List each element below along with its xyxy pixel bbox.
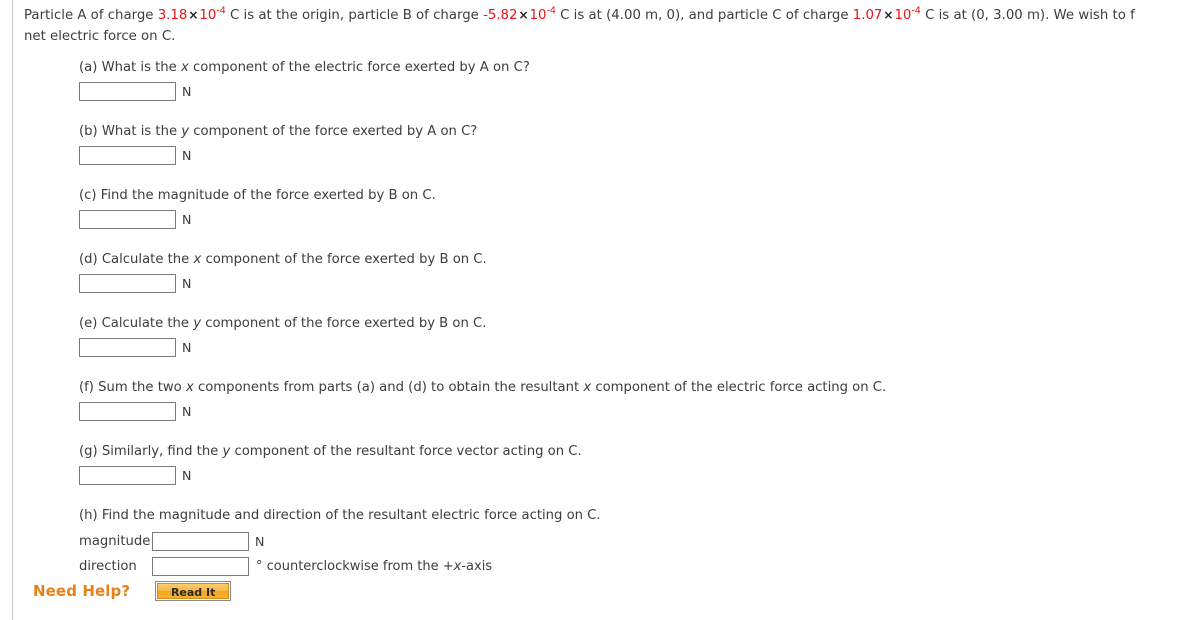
part-f-text-post: component of the electric force acting o… <box>591 380 887 395</box>
part-b-unit: N <box>182 148 192 163</box>
part-a-answer-row: N <box>79 81 1169 102</box>
direction-input[interactable] <box>152 557 249 576</box>
part-f-text-mid: components from parts (a) and (d) to obt… <box>193 380 584 395</box>
charge-b-power: 10-4 <box>529 5 556 23</box>
part-e-text-post: component of the force exerted by B on C… <box>201 316 487 331</box>
stem-text-2: C is at the origin, particle B of charge <box>225 8 484 23</box>
part-a-unit: N <box>182 84 192 99</box>
charge-c-power-base: 10 <box>894 8 912 23</box>
part-g-unit: N <box>182 468 192 483</box>
part-g: (g) Similarly, find the y component of t… <box>79 443 1169 486</box>
part-b-variable: y <box>181 124 190 139</box>
part-e-text-pre: (e) Calculate the <box>79 316 194 331</box>
part-b: (b) What is the y component of the force… <box>79 123 1169 166</box>
charge-a-value: 3.18 <box>157 8 188 23</box>
part-h-direction-row: direction ° counterclockwise from the +x… <box>79 554 1169 579</box>
stem-text-4: C is at (0, 3.00 m). We wish to f <box>920 8 1135 23</box>
part-a-input[interactable] <box>79 82 176 101</box>
part-g-answer-row: N <box>79 465 1169 486</box>
part-f-text-pre: (f) Sum the two <box>79 380 186 395</box>
parts-list: (a) What is the x component of the elect… <box>79 59 1169 600</box>
part-b-question: (b) What is the y component of the force… <box>79 123 1169 141</box>
part-f: (f) Sum the two x components from parts … <box>79 379 1169 422</box>
part-a-text-post: component of the electric force exerted … <box>188 60 530 75</box>
charge-b-value: -5.82 <box>483 8 518 23</box>
part-b-text-pre: (b) What is the <box>79 124 182 139</box>
part-c-answer-row: N <box>79 209 1169 230</box>
stem-text-3: C is at (4.00 m, 0), and particle C of c… <box>555 8 853 23</box>
part-c: (c) Find the magnitude of the force exer… <box>79 187 1169 230</box>
charge-c-value: 1.07 <box>852 8 883 23</box>
part-h: (h) Find the magnitude and direction of … <box>79 507 1169 579</box>
part-f-question: (f) Sum the two x components from parts … <box>79 379 1169 397</box>
left-panel-rule <box>12 0 13 620</box>
part-e-question: (e) Calculate the y component of the for… <box>79 315 1169 333</box>
part-a-variable: x <box>180 60 189 75</box>
part-g-text-pre: (g) Similarly, find the <box>79 444 223 459</box>
multiply-icon: × <box>883 8 894 22</box>
magnitude-unit: N <box>255 534 265 549</box>
question-page: Particle A of charge 3.18×10-4 C is at t… <box>0 0 1178 620</box>
multiply-icon: × <box>188 8 199 22</box>
part-d: (d) Calculate the x component of the for… <box>79 251 1169 294</box>
direction-unit-pre: ° counterclockwise from the + <box>256 559 454 574</box>
part-e: (e) Calculate the y component of the for… <box>79 315 1169 358</box>
part-d-question: (d) Calculate the x component of the for… <box>79 251 1169 269</box>
part-g-text-post: component of the resultant force vector … <box>230 444 582 459</box>
part-a-text-pre: (a) What is the <box>79 60 181 75</box>
part-e-answer-row: N <box>79 337 1169 358</box>
magnitude-label: magnitude <box>79 534 151 549</box>
part-d-text-post: component of the force exerted by B on C… <box>201 252 487 267</box>
part-f-answer-row: N <box>79 401 1169 422</box>
multiply-icon: × <box>518 8 529 22</box>
charge-a-power-base: 10 <box>199 8 217 23</box>
part-b-input[interactable] <box>79 146 176 165</box>
part-c-input[interactable] <box>79 210 176 229</box>
need-help-section: Need Help? Read It <box>33 581 232 601</box>
part-a-question: (a) What is the x component of the elect… <box>79 59 1169 77</box>
part-d-input[interactable] <box>79 274 176 293</box>
part-f-input[interactable] <box>79 402 176 421</box>
charge-a-power: 10-4 <box>199 5 226 23</box>
part-d-answer-row: N <box>79 273 1169 294</box>
charge-a-exponent: -4 <box>216 5 226 17</box>
part-h-question: (h) Find the magnitude and direction of … <box>79 508 601 523</box>
part-e-variable: y <box>193 316 202 331</box>
direction-unit: ° counterclockwise from the +x-axis <box>256 559 492 574</box>
read-it-button[interactable]: Read It <box>157 583 230 599</box>
part-e-unit: N <box>182 340 192 355</box>
charge-b-power-base: 10 <box>529 8 547 23</box>
part-g-input[interactable] <box>79 466 176 485</box>
part-g-question: (g) Similarly, find the y component of t… <box>79 443 1169 461</box>
part-e-input[interactable] <box>79 338 176 357</box>
direction-label: direction <box>79 559 137 574</box>
part-f-unit: N <box>182 404 192 419</box>
part-f-variable-2: x <box>583 380 592 395</box>
part-b-text-post: component of the force exerted by A on C… <box>189 124 478 139</box>
part-a: (a) What is the x component of the elect… <box>79 59 1169 102</box>
part-f-variable: x <box>185 380 194 395</box>
magnitude-input[interactable] <box>152 532 249 551</box>
part-c-unit: N <box>182 212 192 227</box>
stem-text-1: Particle A of charge <box>24 8 158 23</box>
stem-line-2: net electric force on C. <box>24 29 176 44</box>
charge-b-exponent: -4 <box>546 5 556 17</box>
part-c-text-pre: (c) Find the magnitude of the force exer… <box>79 188 436 203</box>
direction-unit-post: -axis <box>461 559 493 574</box>
problem-statement: Particle A of charge 3.18×10-4 C is at t… <box>24 5 1178 47</box>
charge-c-exponent: -4 <box>911 5 921 17</box>
part-d-text-pre: (d) Calculate the <box>79 252 194 267</box>
read-it-button-frame: Read It <box>155 581 232 601</box>
part-d-unit: N <box>182 276 192 291</box>
need-help-label: Need Help? <box>33 582 131 600</box>
part-c-question: (c) Find the magnitude of the force exer… <box>79 187 1169 205</box>
part-b-answer-row: N <box>79 145 1169 166</box>
charge-c-power: 10-4 <box>894 5 921 23</box>
part-h-magnitude-row: magnitude N <box>79 529 1169 554</box>
